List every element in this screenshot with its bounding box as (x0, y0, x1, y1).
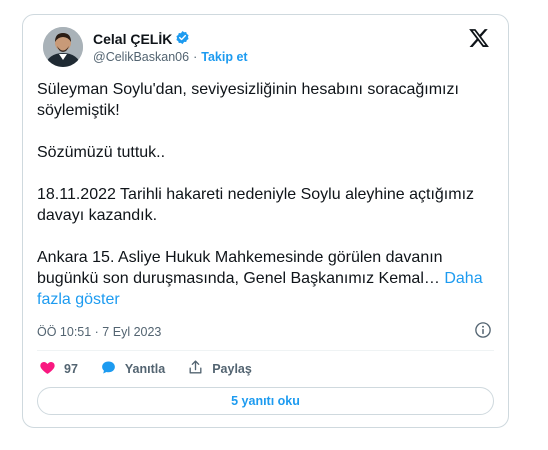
action-bar: 97 Yanıtla Paylaş (39, 359, 274, 379)
info-icon[interactable] (474, 321, 492, 339)
avatar[interactable] (43, 27, 83, 67)
reply-bubble-icon (100, 359, 117, 379)
reply-label: Yanıtla (124, 362, 166, 376)
tweet-paragraph: Sözümüzü tuttuk.. (37, 144, 166, 161)
tweet-paragraph-truncated: Ankara 15. Asliye Hukuk Mahkemesinde gör… (37, 247, 497, 310)
like-count: 97 (64, 362, 78, 376)
author-handle-row: @CelikBaskan06 · Takip et (93, 50, 248, 64)
follow-button[interactable]: Takip et (201, 50, 247, 64)
share-label: Paylaş (212, 362, 252, 376)
author-handle[interactable]: @CelikBaskan06 (93, 50, 189, 64)
divider (37, 350, 494, 351)
verified-badge-icon (175, 30, 190, 48)
tweet-text: Süleyman Soylu'dan, seviyesizliğinin hes… (37, 79, 497, 310)
x-logo-icon[interactable] (468, 27, 490, 49)
read-replies-button[interactable]: 5 yanıtı oku (37, 387, 494, 415)
tweet-paragraph-text: Ankara 15. Asliye Hukuk Mahkemesinde gör… (37, 249, 443, 287)
like-button[interactable]: 97 (39, 359, 78, 379)
author-name[interactable]: Celal ÇELİK (93, 31, 172, 47)
heart-icon (39, 359, 56, 379)
separator-dot: · (193, 50, 198, 64)
tweet-paragraph: 18.11.2022 Tarihli hakareti nedeniyle So… (37, 186, 475, 224)
tweet-embed-card: Celal ÇELİK @CelikBaskan06 · Takip et Sü… (22, 14, 509, 428)
tweet-paragraph: Süleyman Soylu'dan, seviyesizliğinin hes… (37, 81, 459, 119)
author-name-row[interactable]: Celal ÇELİK (93, 30, 190, 48)
share-icon (187, 359, 204, 379)
share-button[interactable]: Paylaş (187, 359, 252, 379)
tweet-timestamp[interactable]: ÖÖ 10:51 · 7 Eyl 2023 (37, 325, 161, 339)
reply-button[interactable]: Yanıtla (100, 359, 165, 379)
